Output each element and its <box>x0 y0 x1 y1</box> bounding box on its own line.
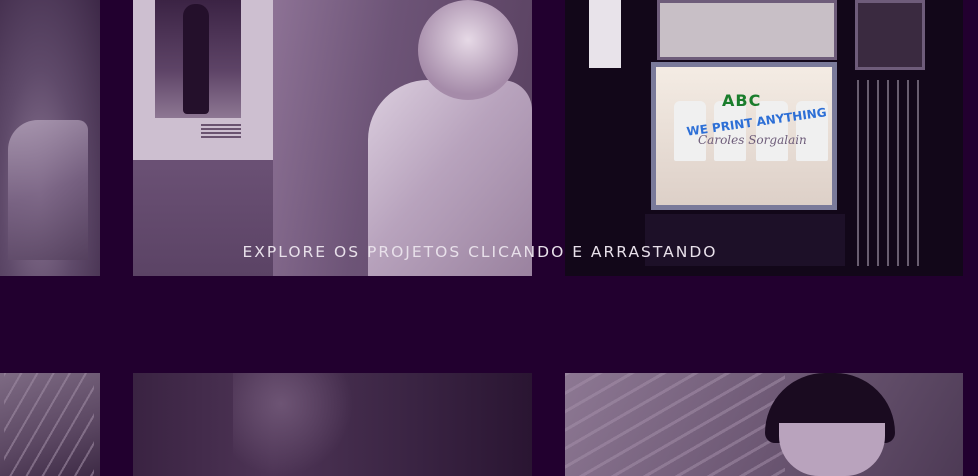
shop-sign <box>589 0 621 68</box>
framed-photo <box>133 0 273 160</box>
upper-window <box>657 0 837 60</box>
project-tile-3[interactable]: ABC WE PRINT ANYTHING Caroles Sorgalain <box>565 0 963 276</box>
project-tile-6[interactable] <box>565 373 963 476</box>
photo-caption <box>201 124 241 138</box>
person-face <box>779 423 885 476</box>
storefront-base <box>645 214 845 266</box>
door-transom <box>855 0 925 70</box>
blurred-figure <box>233 373 353 476</box>
project-tile-4[interactable] <box>0 373 100 476</box>
photo-image <box>155 0 241 118</box>
shop-window: ABC WE PRINT ANYTHING Caroles Sorgalain <box>651 62 837 210</box>
window-lettering-1: ABC <box>722 91 762 110</box>
bedsheet-texture <box>565 373 785 476</box>
window-lettering-3: Caroles Sorgalain <box>698 133 807 147</box>
project-tile-5[interactable] <box>133 373 532 476</box>
project-tile-2[interactable] <box>133 0 532 276</box>
project-tile-1[interactable] <box>0 0 100 276</box>
fabric-detail <box>8 120 88 260</box>
person-figure <box>358 0 532 276</box>
texture-lines <box>4 373 94 476</box>
security-gate <box>857 80 925 266</box>
